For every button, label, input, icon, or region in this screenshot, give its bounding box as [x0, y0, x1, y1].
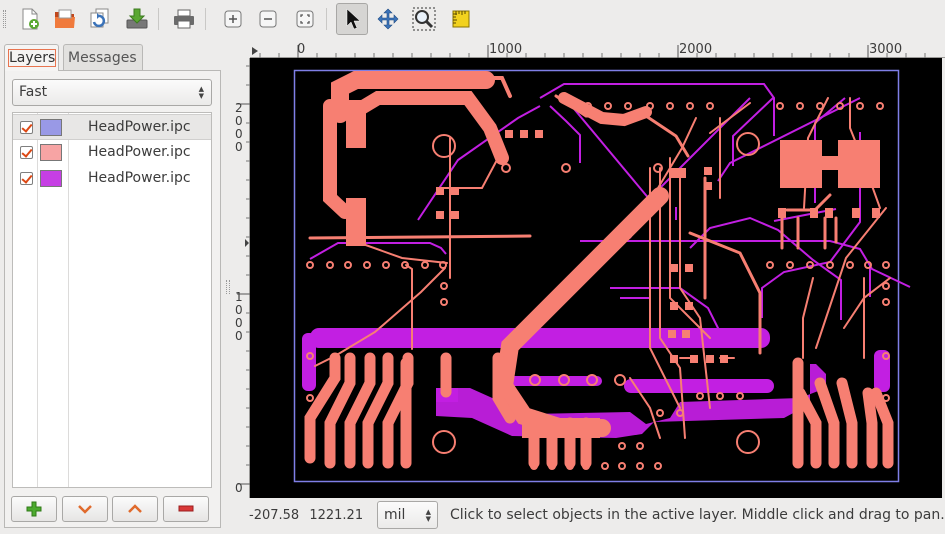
print-button[interactable] [169, 4, 199, 34]
zoom-fit-icon [296, 10, 314, 28]
layer-color-swatch[interactable] [40, 170, 62, 187]
import-icon [126, 8, 148, 29]
render-mode-value: Fast [19, 84, 48, 100]
ruler-label: 0 [297, 42, 306, 57]
move-icon [377, 8, 399, 30]
layer-name: HeadPower.ipc [88, 170, 191, 186]
layer-visible-checkbox[interactable] [20, 121, 33, 134]
print-icon [174, 9, 194, 29]
new-icon [22, 8, 39, 30]
tab-layers[interactable]: Layers [4, 44, 59, 71]
cursor-x: -207.58 [249, 508, 300, 523]
toolbar-separator [326, 8, 327, 30]
pointer-icon [346, 8, 361, 30]
layer-row[interactable]: HeadPower.ipc [13, 114, 211, 140]
panel-splitter[interactable] [226, 280, 230, 294]
reload-button[interactable] [85, 4, 115, 34]
pcb-canvas[interactable] [250, 58, 942, 498]
cursor-y: 1221.21 [309, 508, 364, 523]
zoom-out-button[interactable] [253, 4, 283, 34]
zoom-in-icon [224, 10, 242, 28]
pointer-tool-button[interactable] [336, 3, 368, 35]
ruler-label: 1000 [489, 42, 523, 57]
open-button[interactable] [50, 4, 80, 34]
new-button[interactable] [15, 4, 45, 34]
layer-name: HeadPower.ipc [88, 144, 191, 160]
units-select[interactable]: mil ▲ ▼ [377, 501, 438, 529]
layer-row[interactable]: HeadPower.ipc [13, 166, 211, 192]
vertical-ruler: 2000 1000 0 [234, 58, 250, 498]
edge-fingers [304, 352, 894, 469]
toolbar-grip[interactable] [3, 10, 6, 28]
layer-color-swatch[interactable] [40, 144, 62, 161]
layer-visible-checkbox[interactable] [20, 146, 33, 159]
zoom-fit-button[interactable] [290, 4, 320, 34]
reload-icon [90, 8, 109, 28]
ruler-label: 0 [235, 481, 243, 495]
tab-messages[interactable]: Messages [63, 44, 143, 71]
toolbar-separator [205, 8, 206, 30]
zoom-in-button[interactable] [218, 4, 248, 34]
ruler-ticks [250, 45, 945, 58]
tab-messages-label: Messages [68, 50, 137, 66]
zoom-out-icon [259, 10, 277, 28]
ruler-label: 1000 [235, 290, 243, 343]
render-mode-select[interactable]: Fast ▲ ▼ [12, 79, 212, 106]
layer-color-swatch[interactable] [40, 119, 62, 136]
layer-list: HeadPower.ipc HeadPower.ipc HeadPower.ip… [12, 112, 212, 488]
pcb-drawing [293, 69, 911, 483]
measure-icon [452, 10, 470, 28]
layer-name: HeadPower.ipc [88, 119, 191, 135]
measure-tool-button[interactable] [446, 4, 476, 34]
tab-layers-label: Layers [7, 49, 57, 67]
select-arrows-icon: ▲ ▼ [425, 508, 431, 523]
move-tool-button[interactable] [373, 4, 403, 34]
select-arrows-icon: ▲ ▼ [198, 85, 204, 100]
layers-panel: Fast ▲ ▼ HeadPower.ipc HeadPower.ipc Head… [4, 70, 221, 528]
units-value: mil [384, 507, 406, 523]
open-icon [55, 9, 75, 28]
ruler-label: 2000 [235, 101, 243, 154]
cursor-coordinates: -207.58 1221.21 [249, 508, 363, 523]
toolbar-separator [158, 8, 159, 30]
zoom-region-icon [412, 7, 436, 31]
status-bar: -207.58 1221.21 mil ▲ ▼ Click to select o… [0, 500, 945, 534]
zoom-region-tool-button[interactable] [409, 4, 439, 34]
import-button[interactable] [122, 4, 152, 34]
ruler-label: 2000 [679, 42, 713, 57]
ruler-label: 3000 [869, 42, 903, 57]
status-hint: Click to select objects in the active la… [450, 507, 945, 523]
layer-row[interactable]: HeadPower.ipc [13, 140, 211, 166]
layer-visible-checkbox[interactable] [20, 172, 33, 185]
horizontal-ruler: 0 1000 2000 3000 [250, 42, 945, 58]
toolbar [0, 0, 945, 38]
